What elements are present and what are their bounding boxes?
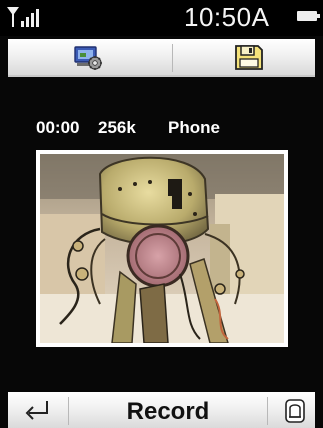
clock: 10:50A [184, 2, 270, 32]
toolbar-divider [172, 44, 173, 72]
elapsed-time: 00:00 [36, 118, 80, 137]
status-bar: 10:50A [0, 0, 323, 36]
camera-preview-frame [36, 150, 288, 347]
bitrate: 256k [98, 118, 136, 137]
back-button[interactable] [22, 398, 52, 424]
battery-icon [297, 11, 320, 21]
camera-settings-button[interactable] [70, 42, 104, 72]
storage-location: Phone [168, 118, 220, 137]
top-toolbar [8, 39, 315, 77]
gallery-button[interactable] [284, 398, 306, 424]
camcorder-screen: 10:50A 00:00 256k Phone Record [0, 0, 323, 428]
gallery-icon [285, 399, 305, 423]
back-arrow-icon [25, 401, 48, 420]
camera-preview [40, 154, 284, 343]
softkey-divider-left [68, 397, 69, 425]
camera-preview-image [40, 154, 284, 343]
recording-info: 00:00 256k Phone [36, 118, 220, 138]
record-button[interactable]: Record [76, 392, 260, 428]
camera-settings-icon [74, 46, 102, 70]
signal-strength-icon [7, 7, 39, 27]
softkey-divider-right [267, 397, 268, 425]
save-to-memory-icon [235, 45, 263, 70]
softkey-bar: Record [8, 392, 315, 428]
save-to-memory-button[interactable] [232, 42, 266, 72]
